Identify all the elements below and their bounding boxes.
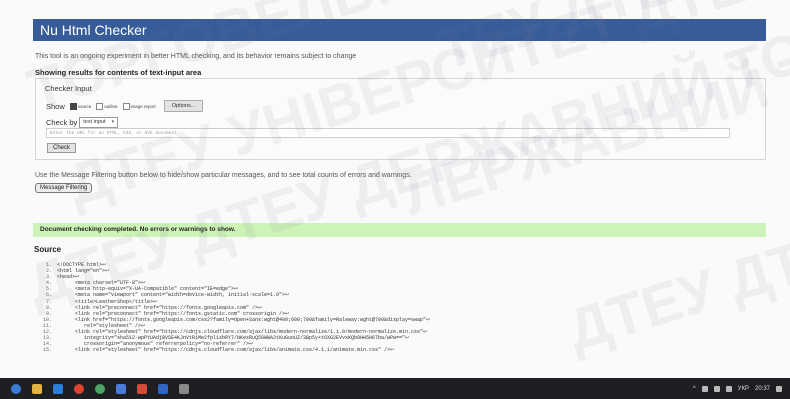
outline-checkbox[interactable] xyxy=(96,102,104,110)
source-checkbox-label: source xyxy=(77,103,92,109)
edge-icon[interactable] xyxy=(53,383,63,394)
file-explorer-icon[interactable] xyxy=(32,383,42,394)
checker-input-legend: Checker Input xyxy=(45,84,92,93)
store-icon[interactable] xyxy=(179,383,189,394)
page-title: Nu Html Checker xyxy=(33,19,766,41)
code-line: 15. <link rel="stylesheet" href="https:/… xyxy=(34,347,764,353)
show-options-row: Show source outline image report Options… xyxy=(46,100,204,112)
vscode-icon[interactable] xyxy=(116,383,126,394)
app-icon[interactable] xyxy=(74,383,84,394)
chevron-down-icon: ▾ xyxy=(111,119,115,125)
filtering-text: Use the Message Filtering button below t… xyxy=(35,172,412,179)
image-report-checkbox[interactable] xyxy=(122,102,130,110)
url-input[interactable]: Enter the URL for an HTML, CSS, or SVG d… xyxy=(46,128,730,138)
show-label: Show xyxy=(46,101,65,111)
image-report-checkbox-label: image report xyxy=(130,103,156,109)
check-by-row: Check by text input ▾ xyxy=(46,117,119,128)
intro-text: This tool is an ongoing experiment in be… xyxy=(35,53,357,60)
speaker-icon[interactable] xyxy=(701,385,708,392)
check-button[interactable]: Check xyxy=(47,143,77,153)
clock[interactable]: 20:37 xyxy=(755,386,770,392)
office-icon[interactable] xyxy=(137,383,147,394)
language-indicator[interactable]: УКР xyxy=(738,386,749,392)
source-heading: Source xyxy=(34,245,62,254)
network-icon[interactable] xyxy=(713,385,720,392)
check-by-value: text input xyxy=(83,119,106,125)
outline-checkbox-label: outline xyxy=(104,103,118,109)
line-number: 15. xyxy=(42,347,52,354)
check-by-select[interactable]: text input ▾ xyxy=(79,117,119,128)
chevron-up-icon[interactable]: ^ xyxy=(693,386,696,392)
system-tray: ^ УКР 20:37 xyxy=(693,378,782,399)
battery-icon[interactable] xyxy=(725,385,732,392)
notifications-icon[interactable] xyxy=(776,385,782,392)
results-heading: Showing results for contents of text-inp… xyxy=(35,68,202,77)
options-button[interactable]: Options... xyxy=(163,100,204,112)
source-code-listing: 1. <!DOCTYPE html>↩ 2. <html lang="en">↩ 3. <… xyxy=(34,262,764,353)
watermark-text: ТЕУ ДТЕУ ДТЕУ xyxy=(430,0,790,84)
success-status: Document checking completed. No errors o… xyxy=(33,223,766,237)
source-checkbox[interactable] xyxy=(69,102,77,110)
checker-input-panel: Checker Input Show source outline image … xyxy=(35,78,766,160)
validator-page: Nu Html Checker This tool is an ongoing … xyxy=(0,0,790,378)
message-filtering-button[interactable]: Message Filtering xyxy=(35,183,93,193)
chrome-icon[interactable] xyxy=(95,383,105,394)
os-taskbar: ^ УКР 20:37 xyxy=(0,378,790,399)
word-icon[interactable] xyxy=(158,383,168,394)
code-text: <link rel="stylesheet" href="https://cdn… xyxy=(57,347,395,354)
check-by-label: Check by xyxy=(46,118,78,127)
search-icon[interactable] xyxy=(11,383,21,394)
